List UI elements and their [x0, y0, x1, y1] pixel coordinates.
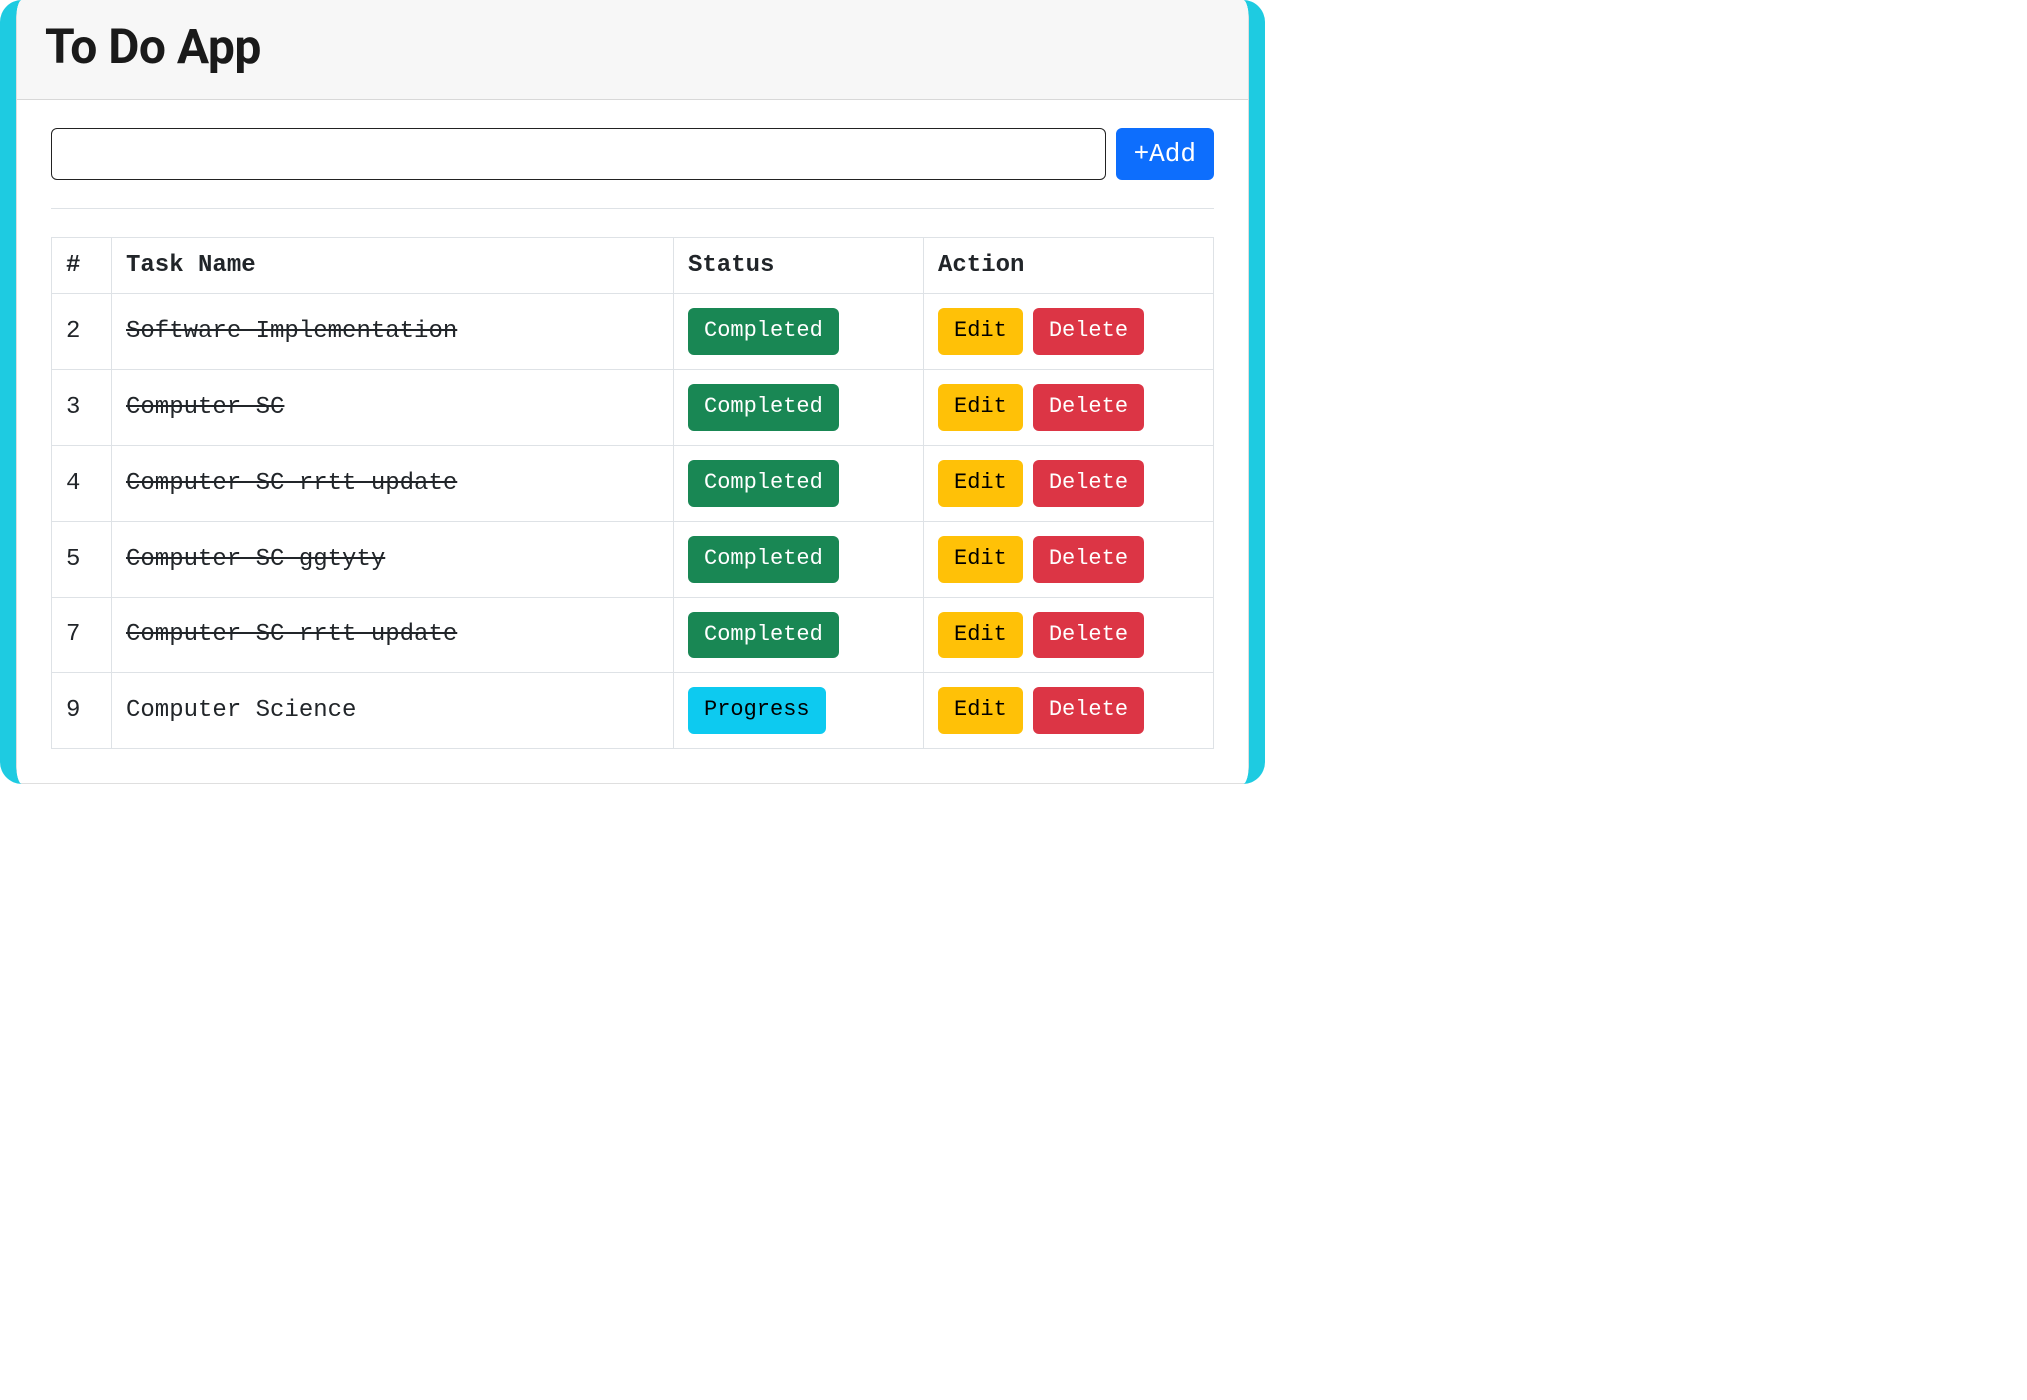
cell-action: EditDelete: [924, 521, 1214, 597]
cell-status: Completed: [674, 370, 924, 446]
cell-num: 9: [52, 673, 112, 749]
cell-action: EditDelete: [924, 597, 1214, 673]
status-completed-button[interactable]: Completed: [688, 308, 839, 355]
status-progress-button[interactable]: Progress: [688, 687, 826, 734]
cell-task: Computer SC: [112, 370, 674, 446]
cell-num: 5: [52, 521, 112, 597]
table-row: 2 Software Implementation Completed EditDel…: [52, 294, 1214, 370]
col-header-num: #: [52, 238, 112, 294]
table-row: 9 Computer Science Progress EditDelete: [52, 673, 1214, 749]
card-body: +Add # Task Name Status Action 2 Software…: [17, 100, 1248, 783]
col-header-status: Status: [674, 238, 924, 294]
tasks-table: # Task Name Status Action 2 Software Impl…: [51, 237, 1214, 749]
task-name: Computer Science: [126, 697, 356, 724]
cell-num: 2: [52, 294, 112, 370]
col-header-task: Task Name: [112, 238, 674, 294]
add-task-form: +Add: [51, 128, 1214, 209]
app-frame: To Do App +Add # Task Name Status Action…: [0, 0, 1265, 784]
edit-button[interactable]: Edit: [938, 612, 1023, 659]
add-button[interactable]: +Add: [1116, 128, 1214, 180]
delete-button[interactable]: Delete: [1033, 308, 1144, 355]
cell-status: Completed: [674, 521, 924, 597]
cell-action: EditDelete: [924, 673, 1214, 749]
status-completed-button[interactable]: Completed: [688, 612, 839, 659]
cell-num: 4: [52, 445, 112, 521]
cell-action: EditDelete: [924, 370, 1214, 446]
cell-task: Computer SC rrtt update: [112, 445, 674, 521]
status-completed-button[interactable]: Completed: [688, 384, 839, 431]
delete-button[interactable]: Delete: [1033, 612, 1144, 659]
table-row: 4 Computer SC rrtt update Completed EditDel…: [52, 445, 1214, 521]
task-name: Computer SC rrtt update: [126, 621, 457, 648]
cell-task: Computer SC rrtt update: [112, 597, 674, 673]
delete-button[interactable]: Delete: [1033, 536, 1144, 583]
table-row: 5 Computer SC ggtyty Completed EditDelete: [52, 521, 1214, 597]
cell-num: 3: [52, 370, 112, 446]
edit-button[interactable]: Edit: [938, 536, 1023, 583]
delete-button[interactable]: Delete: [1033, 384, 1144, 431]
cell-task: Computer SC ggtyty: [112, 521, 674, 597]
card-header: To Do App: [17, 0, 1248, 100]
cell-status: Completed: [674, 597, 924, 673]
cell-task: Computer Science: [112, 673, 674, 749]
col-header-action: Action: [924, 238, 1214, 294]
table-row: 3 Computer SC Completed EditDelete: [52, 370, 1214, 446]
cell-status: Completed: [674, 445, 924, 521]
task-name: Computer SC ggtyty: [126, 546, 385, 573]
cell-action: EditDelete: [924, 294, 1214, 370]
delete-button[interactable]: Delete: [1033, 460, 1144, 507]
delete-button[interactable]: Delete: [1033, 687, 1144, 734]
edit-button[interactable]: Edit: [938, 308, 1023, 355]
cell-num: 7: [52, 597, 112, 673]
app-title: To Do App: [45, 18, 1220, 75]
status-completed-button[interactable]: Completed: [688, 536, 839, 583]
task-name: Computer SC: [126, 394, 284, 421]
task-name: Software Implementation: [126, 318, 457, 345]
edit-button[interactable]: Edit: [938, 687, 1023, 734]
table-row: 7 Computer SC rrtt update Completed EditDel…: [52, 597, 1214, 673]
cell-action: EditDelete: [924, 445, 1214, 521]
edit-button[interactable]: Edit: [938, 460, 1023, 507]
status-completed-button[interactable]: Completed: [688, 460, 839, 507]
cell-task: Software Implementation: [112, 294, 674, 370]
cell-status: Progress: [674, 673, 924, 749]
card: To Do App +Add # Task Name Status Action…: [16, 0, 1249, 784]
edit-button[interactable]: Edit: [938, 384, 1023, 431]
table-header-row: # Task Name Status Action: [52, 238, 1214, 294]
cell-status: Completed: [674, 294, 924, 370]
task-name: Computer SC rrtt update: [126, 470, 457, 497]
task-input[interactable]: [51, 128, 1106, 180]
